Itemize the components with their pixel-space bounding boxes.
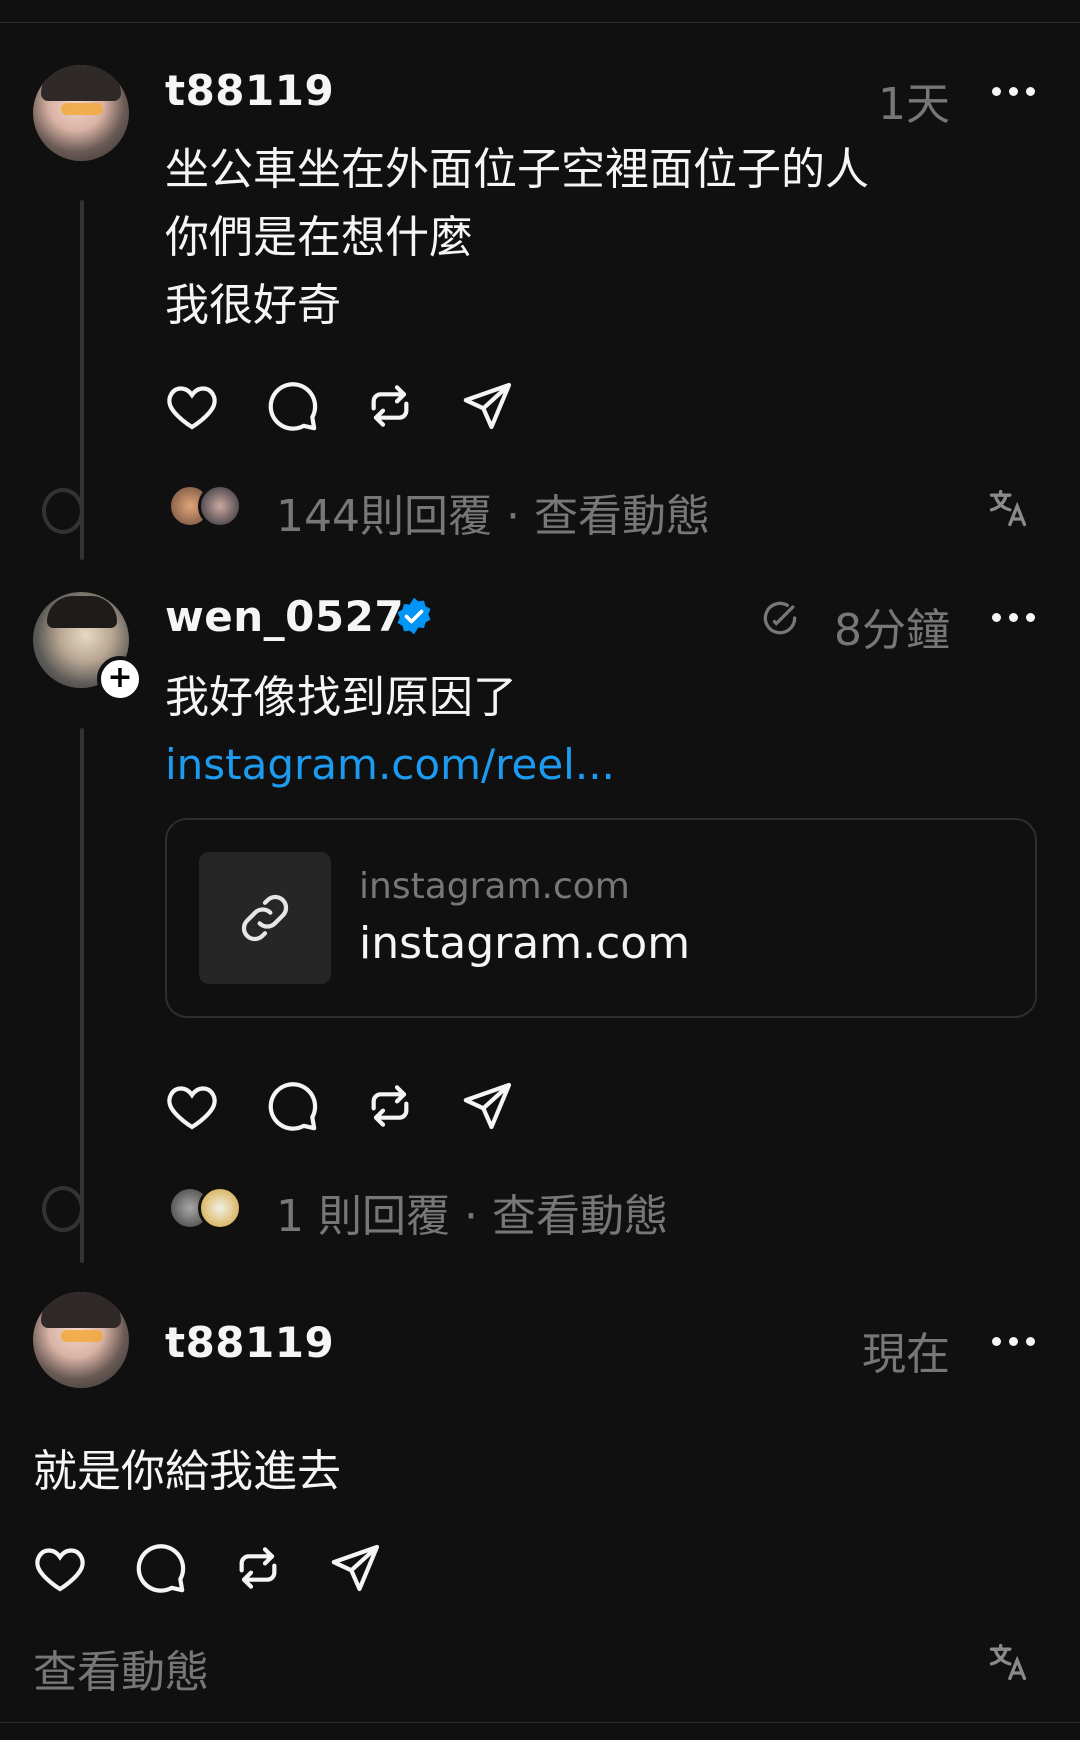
username[interactable]: t88119 bbox=[165, 1318, 334, 1367]
replier-avatar bbox=[198, 1186, 242, 1230]
timestamp: 8分鐘 bbox=[834, 605, 950, 656]
username[interactable]: t88119 bbox=[165, 66, 334, 115]
more-icon[interactable] bbox=[992, 610, 1038, 624]
link-icon bbox=[199, 852, 331, 984]
more-icon[interactable] bbox=[992, 1334, 1038, 1348]
post-text: 坐公車坐在外面位子空裡面位子的人 你們是在想什麼 我很好奇 bbox=[165, 144, 869, 331]
username[interactable]: wen_0527 bbox=[165, 592, 404, 641]
view-activity-link[interactable]: 查看動態 bbox=[33, 1636, 209, 1700]
top-divider bbox=[0, 22, 1080, 23]
verified-icon bbox=[394, 596, 434, 636]
heart-icon[interactable] bbox=[164, 378, 220, 434]
heart-icon[interactable] bbox=[164, 1078, 220, 1134]
share-icon[interactable] bbox=[460, 1078, 516, 1134]
timestamp: 現在 bbox=[862, 1329, 950, 1380]
card-title: instagram.com bbox=[359, 918, 691, 969]
comment-icon[interactable] bbox=[132, 1540, 188, 1596]
card-domain: instagram.com bbox=[359, 866, 630, 907]
follow-plus-icon[interactable]: + bbox=[97, 656, 143, 702]
thread-loop bbox=[42, 1186, 84, 1232]
post-text: 就是你給我進去 bbox=[33, 1446, 341, 1497]
share-icon[interactable] bbox=[328, 1540, 384, 1596]
repost-icon[interactable] bbox=[362, 1078, 418, 1134]
thread-line bbox=[80, 728, 84, 1263]
heart-icon[interactable] bbox=[32, 1540, 88, 1596]
post-link[interactable]: instagram.com/reel... bbox=[165, 740, 615, 789]
link-preview-card[interactable]: instagram.com instagram.com bbox=[165, 818, 1037, 1018]
reply-stats[interactable]: 1 則回覆 · 查看動態 bbox=[276, 1180, 668, 1244]
translate-icon[interactable] bbox=[986, 1640, 1030, 1684]
more-icon[interactable] bbox=[992, 84, 1038, 98]
translate-icon[interactable] bbox=[986, 486, 1030, 530]
avatar[interactable] bbox=[33, 65, 129, 161]
repost-icon[interactable] bbox=[362, 378, 418, 434]
avatar[interactable] bbox=[33, 1292, 129, 1388]
edit-icon bbox=[758, 596, 802, 640]
thread-loop bbox=[42, 488, 84, 534]
comment-icon[interactable] bbox=[264, 378, 320, 434]
timestamp: 1天 bbox=[878, 79, 950, 130]
comment-icon[interactable] bbox=[264, 1078, 320, 1134]
replier-avatar bbox=[198, 484, 242, 528]
reply-stats[interactable]: 144則回覆 · 查看動態 bbox=[276, 480, 710, 544]
post-text: 我好像找到原因了 bbox=[165, 672, 517, 723]
repost-icon[interactable] bbox=[230, 1540, 286, 1596]
bottom-divider bbox=[0, 1722, 1080, 1723]
share-icon[interactable] bbox=[460, 378, 516, 434]
